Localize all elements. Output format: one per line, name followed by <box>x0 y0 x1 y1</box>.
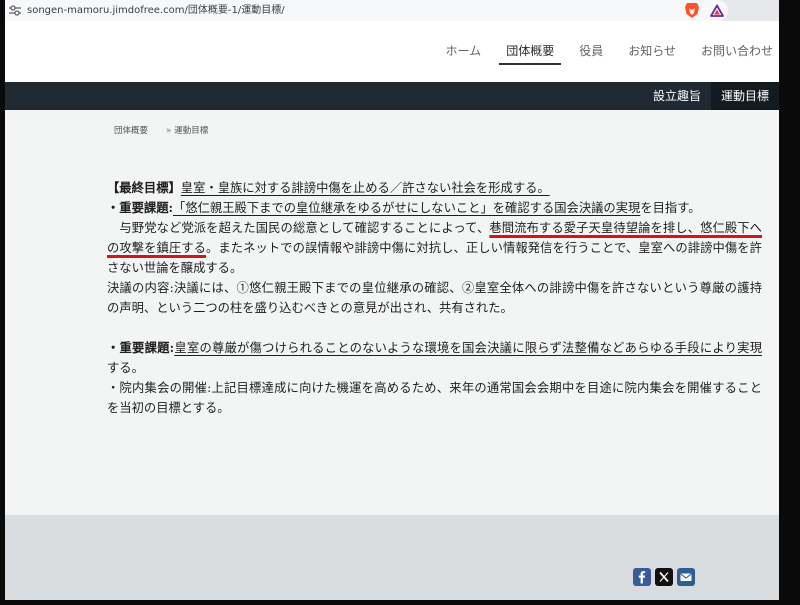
main-content: 団体概要 » 運動目標 【最終目標】皇室・皇族に対する誹謗中傷を止める／許さない社会… <box>5 110 779 515</box>
issue-2-paragraph: ・重要課題:皇室の尊厳が傷つけられることのないような環境を国会決議に限らず法整備… <box>107 338 762 378</box>
facebook-icon <box>633 568 651 586</box>
breadcrumb: 団体概要 » 運動目標 <box>114 124 208 138</box>
article-body: 【最終目標】皇室・皇族に対する誹謗中傷を止める／許さない社会を形成する。 ・重要… <box>107 178 762 418</box>
brave-rewards-icon[interactable] <box>710 4 724 17</box>
site-header: ホーム 団体概要 役員 お知らせ お問い合わせ <box>5 21 779 82</box>
final-goal-paragraph: 【最終目標】皇室・皇族に対する誹謗中傷を止める／許さない社会を形成する。 <box>107 178 762 198</box>
issue-1-detail-before: 与野党など党派を超えた国民の総意として確認することによって、 <box>107 221 490 235</box>
issue-2-rest: する。 <box>107 361 144 375</box>
final-goal-text: 皇室・皇族に対する誹謗中傷を止める／許さない社会を形成する。 <box>180 181 550 195</box>
issue-1-rest: を目指す。 <box>640 201 701 215</box>
x-icon <box>655 568 673 586</box>
issue-2-label: ・重要課題: <box>107 340 175 355</box>
issue-1-detail-after: 。またネットでの誤情報や誹謗中傷に対抗し、正しい情報発信を行うことで、皇室への誹… <box>107 241 762 275</box>
breadcrumb-parent-link[interactable]: 団体概要 <box>114 126 148 136</box>
nav-item-news[interactable]: お知らせ <box>628 21 676 82</box>
issue-1-underlined-text: 「悠仁親王殿下までの皇位継承をゆるがせにしないこと」を確認する国会決議の実現 <box>173 201 641 215</box>
nav-item-officers[interactable]: 役員 <box>579 21 603 82</box>
subnav-item-campaign-goals[interactable]: 運動目標 <box>710 82 779 110</box>
browser-toolbar: songen-mamoru.jimdofree.com/団体概要-1/運動目標/ <box>5 0 779 21</box>
issue-1-paragraph: ・重要課題:「悠仁親王殿下までの皇位継承をゆるがせにしないこと」を確認する国会決… <box>107 198 762 218</box>
url-text[interactable]: songen-mamoru.jimdofree.com/団体概要-1/運動目標/ <box>27 0 285 21</box>
issue-1-label: ・重要課題: <box>107 200 174 215</box>
resolution-content: 決議の内容:決議には、①悠仁親王殿下までの皇位継承の確認、②皇室全体への誹謗中傷… <box>107 281 762 315</box>
site-info-icon[interactable] <box>9 5 21 16</box>
subnav-item-founding-purpose[interactable]: 設立趣旨 <box>643 82 711 110</box>
issue-2-underlined-text: 皇室の尊厳が傷つけられることのないような環境を国会決議に限らず法整備などあらゆる… <box>174 341 762 355</box>
sub-nav-list: 設立趣旨 運動目標 <box>643 82 779 110</box>
site-footer <box>5 515 779 600</box>
social-links <box>633 568 695 586</box>
nav-item-about[interactable]: 団体概要 <box>499 21 562 82</box>
facebook-share-button[interactable] <box>633 568 651 586</box>
sub-nav: 設立趣旨 運動目標 <box>5 82 779 110</box>
breadcrumb-separator: » <box>166 126 172 136</box>
assembly-paragraph: ・院内集会の開催:上記目標達成に向けた機運を高めるため、来年の通常国会会期中を目… <box>107 381 762 415</box>
browser-viewport: songen-mamoru.jimdofree.com/団体概要-1/運動目標/… <box>5 0 779 600</box>
issue-1-detail: 与野党など党派を超えた国民の総意として確認することによって、巷間流布する愛子天皇… <box>107 218 762 278</box>
brave-shields-icon[interactable] <box>684 2 700 19</box>
final-goal-label: 【最終目標】 <box>107 180 181 195</box>
main-nav: ホーム 団体概要 役員 お知らせ お問い合わせ <box>446 21 773 82</box>
breadcrumb-current: 運動目標 <box>174 126 209 136</box>
x-share-button[interactable] <box>655 568 673 586</box>
nav-item-home[interactable]: ホーム <box>446 21 482 82</box>
mail-icon <box>677 568 695 586</box>
nav-item-contact[interactable]: お問い合わせ <box>701 21 773 82</box>
address-bar[interactable]: songen-mamoru.jimdofree.com/団体概要-1/運動目標/ <box>5 0 728 21</box>
mail-share-button[interactable] <box>677 568 695 586</box>
issue-1-section: ・重要課題:「悠仁親王殿下までの皇位継承をゆるがせにしないこと」を確認する国会決… <box>107 198 762 318</box>
